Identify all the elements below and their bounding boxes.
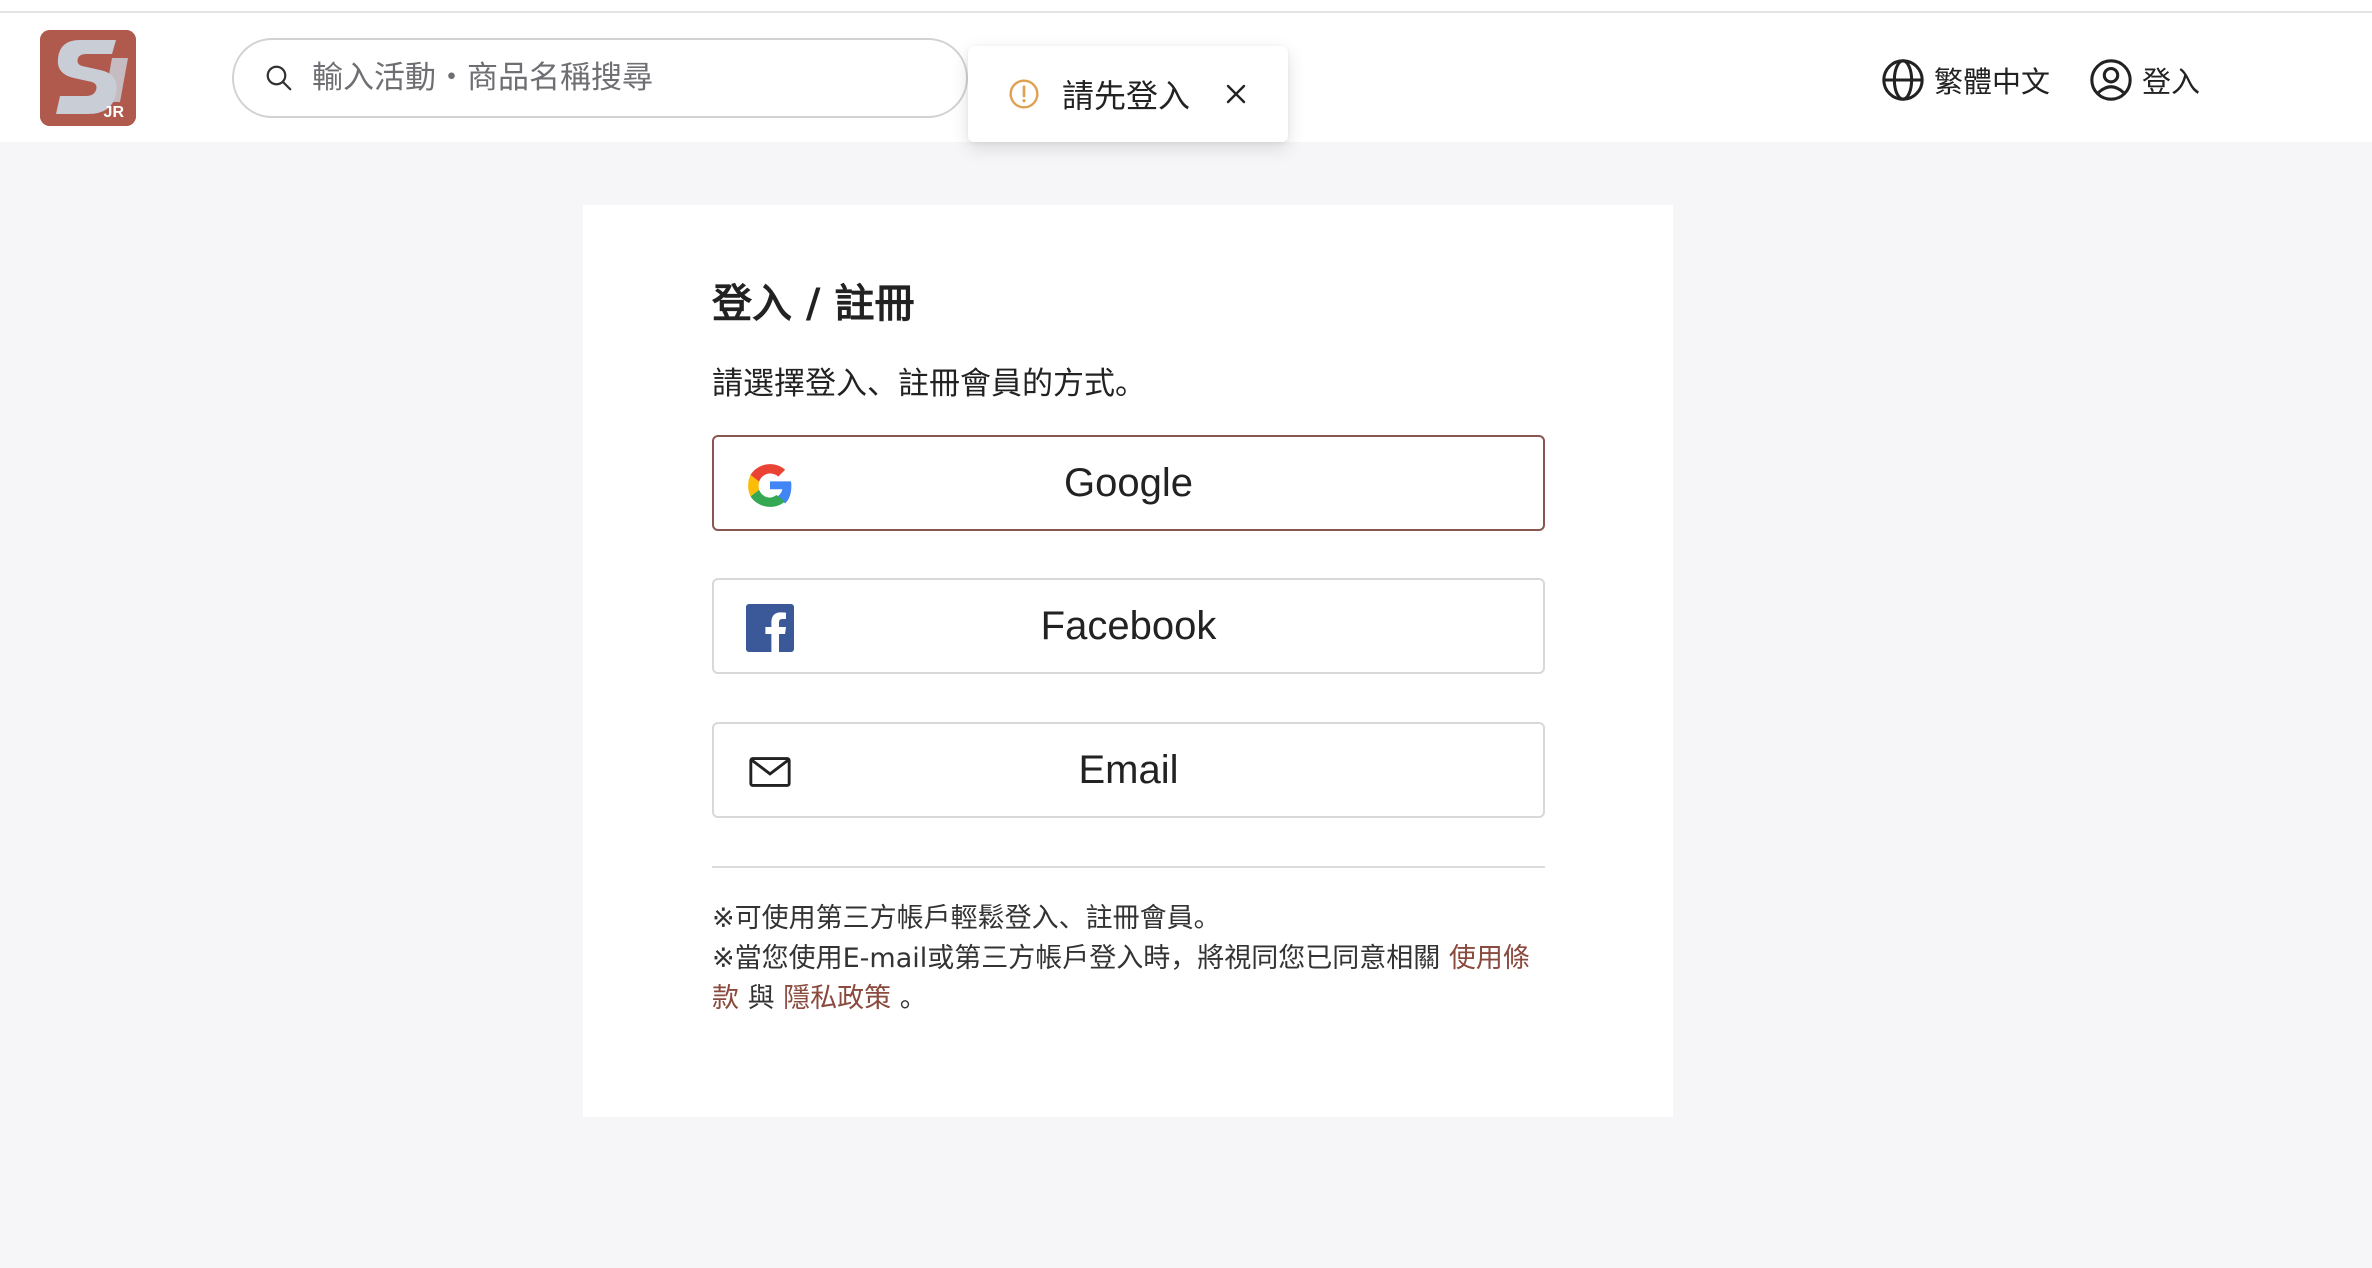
- warning-icon: [1009, 79, 1039, 109]
- language-selector[interactable]: 繁體中文: [1880, 55, 2050, 105]
- login-label: 登入: [2142, 65, 2201, 99]
- logo-text: JR: [103, 104, 124, 121]
- email-login-button[interactable]: Email: [712, 722, 1545, 818]
- toast-close-button[interactable]: [1220, 78, 1252, 110]
- top-border: [0, 0, 2372, 13]
- close-icon: [1226, 84, 1246, 104]
- terms-notes: ※可使用第三方帳戶輕鬆登入、註冊會員。 ※當您使用E-mail或第三方帳戶登入時…: [712, 899, 1545, 1019]
- google-label: Google: [1064, 460, 1193, 505]
- note-line-2-prefix: ※當您使用E-mail或第三方帳戶登入時，將視同您已同意相關: [712, 943, 1449, 974]
- note-line-1: ※可使用第三方帳戶輕鬆登入、註冊會員。: [712, 903, 1221, 934]
- search-box[interactable]: [232, 38, 968, 118]
- divider: [712, 866, 1545, 868]
- and-text: 與: [739, 983, 784, 1014]
- mail-icon: [745, 747, 795, 797]
- page-subtitle: 請選擇登入、註冊會員的方式。: [712, 366, 1146, 402]
- google-login-button[interactable]: Google: [712, 435, 1545, 531]
- language-label: 繁體中文: [1934, 65, 2051, 99]
- user-circle-icon: [2090, 59, 2132, 101]
- facebook-login-button[interactable]: Facebook: [712, 578, 1545, 674]
- search-icon: [266, 65, 292, 91]
- logo[interactable]: JR: [40, 30, 136, 126]
- toast-message: 請先登入: [1062, 77, 1191, 115]
- page-title: 登入 / 註冊: [712, 281, 915, 327]
- search-input[interactable]: [312, 60, 932, 96]
- login-link[interactable]: 登入: [2088, 55, 2200, 105]
- facebook-label: Facebook: [1040, 603, 1217, 648]
- google-icon: [745, 460, 795, 510]
- facebook-icon: [745, 603, 795, 653]
- globe-icon: [1882, 59, 1924, 101]
- login-required-toast: 請先登入: [968, 46, 1288, 142]
- period-text: 。: [891, 983, 927, 1014]
- email-label: Email: [1078, 747, 1179, 792]
- note-line-2: ※當您使用E-mail或第三方帳戶登入時，將視同您已同意相關 使用條款 與 隱私…: [712, 939, 1545, 1019]
- login-card: 登入 / 註冊 請選擇登入、註冊會員的方式。 Google Facebook E…: [583, 205, 1673, 1117]
- privacy-link[interactable]: 隱私政策: [783, 983, 891, 1014]
